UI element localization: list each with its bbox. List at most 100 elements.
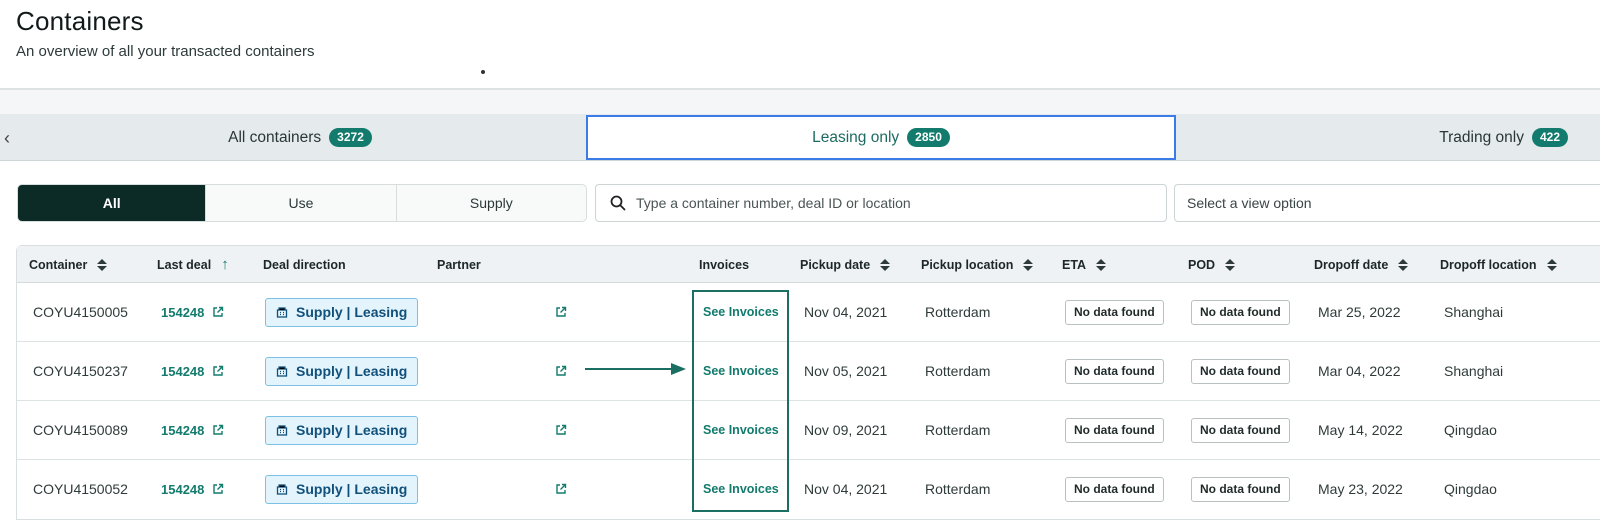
building-icon — [276, 484, 288, 495]
column-label: POD — [1188, 257, 1216, 272]
dropoff-location: Qingdao — [1444, 481, 1497, 497]
sort-icon[interactable] — [1546, 258, 1557, 271]
eta-cell: No data found — [1065, 460, 1164, 518]
column-label: Invoices — [699, 257, 750, 272]
deal-direction-label: Supply | Leasing — [296, 363, 408, 379]
deal-direction-tag: Supply | Leasing — [265, 356, 419, 386]
table-header: Container Last deal ↑ Deal direction Par… — [17, 246, 1600, 283]
tab-all-containers[interactable]: All containers 3272 — [14, 114, 586, 161]
eta-cell: No data found — [1065, 401, 1164, 459]
table-row[interactable]: COYU4150052 154248 Supply | Leasing See … — [17, 460, 1600, 519]
column-header-container[interactable]: Container — [29, 246, 108, 283]
column-header-dropoff-date[interactable]: Dropoff date — [1314, 246, 1409, 283]
see-invoices-link[interactable]: See Invoices — [703, 401, 779, 459]
sort-icon[interactable] — [1225, 258, 1236, 271]
column-header-pickup-location[interactable]: Pickup location — [921, 246, 1034, 283]
stray-dot — [481, 70, 485, 74]
column-label: Pickup location — [921, 257, 1014, 272]
external-link-icon[interactable] — [212, 306, 224, 318]
table-row[interactable]: COYU4150237 154248 Supply | Leasing See … — [17, 342, 1600, 401]
see-invoices-link[interactable]: See Invoices — [703, 460, 779, 518]
segment-supply[interactable]: Supply — [397, 185, 586, 221]
column-header-last-deal[interactable]: Last deal ↑ — [157, 246, 229, 283]
column-header-partner: Partner — [437, 246, 481, 283]
deal-type-segmented-control: All Use Supply — [17, 184, 587, 222]
tab-label: All containers — [228, 128, 322, 146]
tab-count-badge: 422 — [1531, 128, 1568, 147]
eta-value: No data found — [1065, 358, 1164, 384]
segment-all[interactable]: All — [18, 185, 207, 221]
external-link-icon[interactable] — [555, 306, 567, 318]
deal-direction-cell: Supply | Leasing — [265, 460, 419, 518]
pod-cell: No data found — [1191, 342, 1290, 400]
last-deal-link[interactable]: 154248 — [161, 460, 224, 518]
pod-value: No data found — [1191, 358, 1290, 384]
pickup-location: Rotterdam — [925, 363, 991, 379]
page-header: Containers An overview of all your trans… — [16, 6, 314, 60]
deal-direction-label: Supply | Leasing — [296, 422, 408, 438]
page-title: Containers — [16, 6, 144, 36]
column-header-deal-direction: Deal direction — [263, 246, 346, 283]
partner-link[interactable] — [555, 460, 567, 518]
container-number: COYU4150089 — [33, 422, 128, 438]
deal-direction-cell: Supply | Leasing — [265, 401, 419, 459]
containers-table: Container Last deal ↑ Deal direction Par… — [16, 245, 1600, 520]
search-box — [595, 184, 1167, 222]
dropoff-date: May 23, 2022 — [1318, 481, 1403, 497]
deal-direction-tag: Supply | Leasing — [265, 297, 419, 327]
sort-icon[interactable] — [880, 258, 891, 271]
sort-icon[interactable] — [1398, 258, 1409, 271]
pickup-location: Rotterdam — [925, 481, 991, 497]
view-option-select[interactable]: Select a view option — [1174, 184, 1600, 222]
arrow-up-icon[interactable]: ↑ — [221, 256, 229, 273]
header-band — [0, 90, 1600, 114]
eta-value: No data found — [1065, 299, 1164, 325]
pod-cell: No data found — [1191, 460, 1290, 518]
pickup-date: Nov 04, 2021 — [804, 481, 888, 497]
deal-direction-label: Supply | Leasing — [296, 481, 408, 497]
partner-link[interactable] — [555, 342, 567, 400]
pickup-date: Nov 09, 2021 — [804, 422, 888, 438]
external-link-icon[interactable] — [555, 424, 567, 436]
dropoff-date: Mar 25, 2022 — [1318, 304, 1401, 320]
tab-count-badge: 3272 — [329, 128, 372, 147]
deal-direction-tag: Supply | Leasing — [265, 474, 419, 504]
sort-icon[interactable] — [1023, 258, 1034, 271]
external-link-icon[interactable] — [212, 483, 224, 495]
deal-direction-tag: Supply | Leasing — [265, 415, 419, 445]
column-header-invoices: Invoices — [699, 246, 749, 283]
last-deal-link[interactable]: 154248 — [161, 342, 224, 400]
column-header-pickup-date[interactable]: Pickup date — [800, 246, 891, 283]
pod-value: No data found — [1191, 299, 1290, 325]
tab-leasing-only[interactable]: Leasing only 2850 — [586, 115, 1176, 160]
chevron-left-icon[interactable]: ‹ — [0, 126, 14, 150]
column-header-dropoff-location[interactable]: Dropoff location — [1440, 246, 1557, 283]
column-header-pod[interactable]: POD — [1188, 246, 1236, 283]
view-option-placeholder: Select a view option — [1187, 195, 1312, 211]
tab-label: Trading only — [1439, 128, 1524, 146]
external-link-icon[interactable] — [212, 365, 224, 377]
dropoff-location: Shanghai — [1444, 304, 1504, 320]
eta-value: No data found — [1065, 476, 1164, 502]
pod-value: No data found — [1191, 476, 1290, 502]
partner-link[interactable] — [555, 283, 567, 341]
external-link-icon[interactable] — [212, 424, 224, 436]
search-input[interactable] — [636, 195, 1136, 211]
last-deal-link[interactable]: 154248 — [161, 283, 224, 341]
external-link-icon[interactable] — [555, 483, 567, 495]
see-invoices-link[interactable]: See Invoices — [703, 283, 779, 341]
partner-link[interactable] — [555, 401, 567, 459]
external-link-icon[interactable] — [555, 365, 567, 377]
table-row[interactable]: COYU4150089 154248 Supply | Leasing See … — [17, 401, 1600, 460]
tab-trading-only[interactable]: Trading only 422 — [1176, 114, 1600, 161]
pickup-date: Nov 05, 2021 — [804, 363, 888, 379]
last-deal-link[interactable]: 154248 — [161, 401, 224, 459]
pod-cell: No data found — [1191, 401, 1290, 459]
see-invoices-link[interactable]: See Invoices — [703, 342, 779, 400]
sort-icon[interactable] — [97, 258, 108, 271]
segment-use[interactable]: Use — [206, 185, 397, 221]
deal-direction-cell: Supply | Leasing — [265, 342, 419, 400]
column-header-eta[interactable]: ETA — [1062, 246, 1107, 283]
sort-icon[interactable] — [1096, 258, 1107, 271]
table-row[interactable]: COYU4150005 154248 Supply | Leasing See … — [17, 283, 1600, 342]
